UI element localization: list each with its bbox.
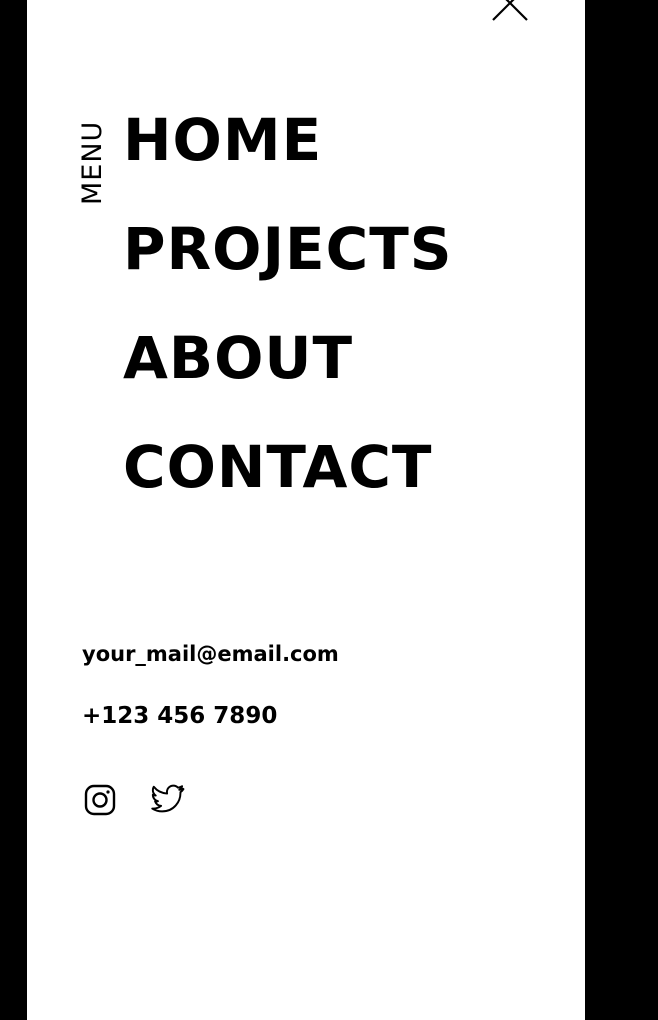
nav-item-contact[interactable]: CONTACT [123, 427, 453, 536]
menu-panel: MENU HOME PROJECTS ABOUT CONTACT your_ma… [27, 0, 585, 1020]
social-links [82, 782, 186, 818]
contact-info: your_mail@email.com +123 456 7890 [82, 638, 339, 732]
twitter-icon [151, 784, 185, 813]
main-nav: HOME PROJECTS ABOUT CONTACT [123, 100, 453, 536]
email-link[interactable]: your_mail@email.com [82, 638, 339, 670]
page-background: MENU HOME PROJECTS ABOUT CONTACT your_ma… [0, 0, 658, 1020]
instagram-icon [84, 784, 116, 816]
close-button[interactable] [489, 0, 533, 22]
nav-item-home[interactable]: HOME [123, 100, 453, 209]
instagram-link[interactable] [82, 782, 118, 818]
twitter-link[interactable] [150, 782, 186, 818]
close-icon [492, 0, 528, 21]
menu-label: MENU [77, 120, 108, 205]
nav-item-about[interactable]: ABOUT [123, 318, 453, 427]
phone-link[interactable]: +123 456 7890 [82, 700, 339, 732]
nav-item-projects[interactable]: PROJECTS [123, 209, 453, 318]
